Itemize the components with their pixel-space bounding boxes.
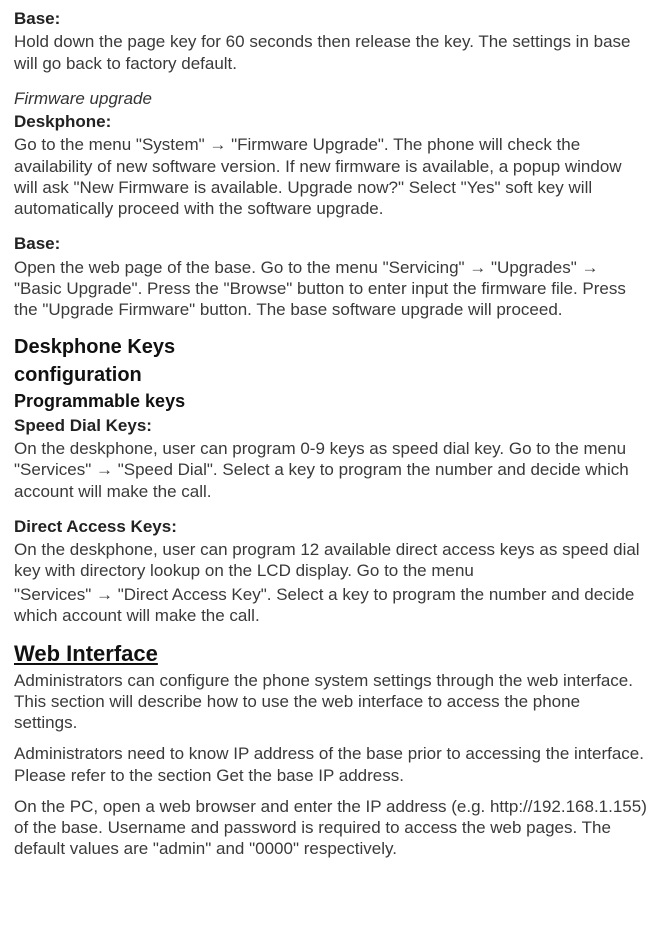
body-direct-access-1: On the deskphone, user can program 12 av…: [14, 539, 647, 582]
heading-programmable-keys: Programmable keys: [14, 390, 647, 413]
heading-deskphone-keys-a: Deskphone Keys: [14, 334, 647, 360]
body-base-upgrade: Open the web page of the base. Go to the…: [14, 257, 647, 321]
heading-base-1: Base:: [14, 8, 647, 29]
heading-firmware-upgrade: Firmware upgrade: [14, 88, 647, 109]
heading-deskphone: Deskphone:: [14, 111, 647, 132]
heading-speed-dial: Speed Dial Keys:: [14, 415, 647, 436]
body-web-p1: Administrators can configure the phone s…: [14, 670, 647, 734]
heading-deskphone-keys-b: configuration: [14, 362, 647, 388]
heading-web-interface: Web Interface: [14, 640, 647, 668]
body-deskphone-upgrade: Go to the menu "System" → "Firmware Upgr…: [14, 134, 647, 219]
body-speed-dial: On the deskphone, user can program 0-9 k…: [14, 438, 647, 502]
heading-direct-access: Direct Access Keys:: [14, 516, 647, 537]
body-web-p2: Administrators need to know IP address o…: [14, 743, 647, 786]
body-web-p3: On the PC, open a web browser and enter …: [14, 796, 647, 860]
body-direct-access-2: "Services" → "Direct Access Key". Select…: [14, 584, 647, 627]
heading-base-2: Base:: [14, 233, 647, 254]
body-base-1: Hold down the page key for 60 seconds th…: [14, 31, 647, 74]
